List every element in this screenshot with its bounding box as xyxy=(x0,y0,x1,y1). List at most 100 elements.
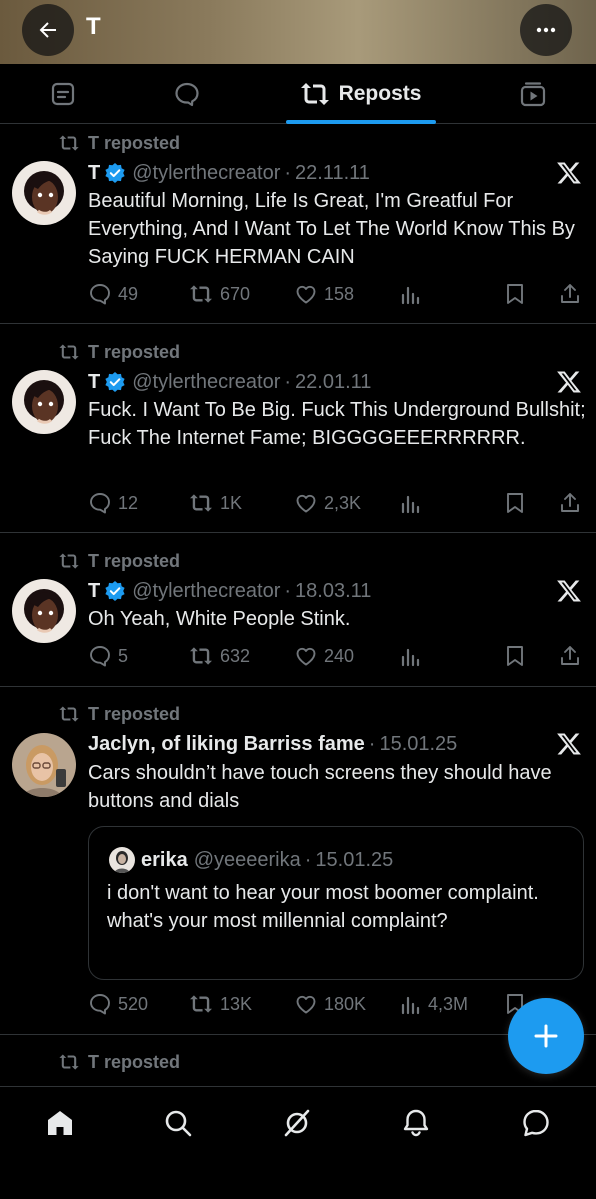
verified-badge-icon xyxy=(104,371,126,393)
more-options-button[interactable] xyxy=(520,4,572,56)
verified-badge-icon xyxy=(104,162,126,184)
repost-indicator: T reposted xyxy=(58,549,180,573)
like-count: 158 xyxy=(324,283,355,304)
like-button[interactable]: 2,3K xyxy=(294,489,361,517)
heart-icon xyxy=(296,285,316,304)
repost-indicator: T reposted xyxy=(58,1050,180,1074)
post-header: T @tylerthecreator · 18.03.11 xyxy=(88,578,371,604)
author-name[interactable]: T xyxy=(88,371,100,394)
separator-dot: · xyxy=(284,161,292,184)
share-button[interactable] xyxy=(558,642,588,670)
avatar[interactable] xyxy=(12,579,76,643)
bookmark-icon xyxy=(507,493,523,513)
repost-count: 1K xyxy=(220,492,243,513)
post-date[interactable]: 15.01.25 xyxy=(379,733,457,756)
heart-icon xyxy=(296,995,316,1014)
heart-icon xyxy=(296,494,316,513)
avatar-image xyxy=(109,847,135,873)
avatar-image xyxy=(12,370,76,434)
x-logo-icon xyxy=(556,731,582,757)
author-handle[interactable]: @tylerthecreator xyxy=(132,162,280,185)
separator-dot: · xyxy=(284,579,292,602)
post-date[interactable]: 22.11.11 xyxy=(295,162,370,185)
nav-search[interactable] xyxy=(158,1103,198,1143)
author-name[interactable]: Jaclyn, of liking Barriss fame xyxy=(88,733,365,756)
nav-home[interactable] xyxy=(40,1103,80,1143)
reply-button[interactable]: 520 xyxy=(88,990,148,1018)
reply-icon xyxy=(90,284,110,305)
post-date[interactable]: 22.01.11 xyxy=(295,371,371,394)
reply-button[interactable]: 5 xyxy=(88,642,128,670)
views-button[interactable] xyxy=(400,642,428,670)
message-bubble-icon xyxy=(523,1109,549,1137)
author-name[interactable]: T xyxy=(88,162,100,185)
repost-button[interactable]: 632 xyxy=(188,642,250,670)
repost-icon xyxy=(190,285,212,303)
repost-button[interactable]: 1K xyxy=(188,489,242,517)
reply-button[interactable]: 49 xyxy=(88,280,138,308)
repost-count: 670 xyxy=(220,283,251,304)
post[interactable]: T reposted T @tylerthecreator · 22.01.11… xyxy=(0,324,596,533)
more-dots-icon xyxy=(536,27,556,33)
quoted-author-name[interactable]: erika xyxy=(141,849,188,872)
bar-chart-icon xyxy=(401,286,420,305)
post-date[interactable]: 18.03.11 xyxy=(295,580,371,603)
repost-indicator: T reposted xyxy=(58,340,180,364)
like-button[interactable]: 240 xyxy=(294,642,354,670)
views-button[interactable] xyxy=(400,489,428,517)
share-icon xyxy=(561,493,579,512)
bookmark-button[interactable] xyxy=(504,280,532,308)
avatar[interactable] xyxy=(12,370,76,434)
post-header: T @tylerthecreator · 22.11.11 xyxy=(88,160,370,186)
compose-post-button[interactable] xyxy=(508,998,584,1074)
nav-messages[interactable] xyxy=(516,1103,556,1143)
repost-icon xyxy=(300,83,329,105)
repost-icon xyxy=(59,706,79,722)
quoted-post[interactable]: erika @yeeeerika · 15.01.25 i don't want… xyxy=(88,826,584,980)
bar-chart-icon xyxy=(401,648,420,667)
bookmark-icon xyxy=(507,284,523,304)
x-logo-icon xyxy=(556,578,582,604)
quoted-avatar[interactable] xyxy=(109,847,135,873)
share-button[interactable] xyxy=(558,489,588,517)
tab-replies[interactable] xyxy=(164,64,210,124)
post[interactable]: T reposted T @tylerthecreator · 22.11.11… xyxy=(0,124,596,324)
reply-button[interactable]: 12 xyxy=(88,489,138,517)
repost-button[interactable]: 670 xyxy=(188,280,250,308)
avatar[interactable] xyxy=(12,733,76,797)
repost-icon xyxy=(190,995,212,1013)
bookmark-button[interactable] xyxy=(504,489,532,517)
separator-dot: · xyxy=(368,732,376,755)
bookmark-button[interactable] xyxy=(504,642,532,670)
nav-notifications[interactable] xyxy=(396,1103,436,1143)
repost-button[interactable]: 13K xyxy=(188,990,252,1018)
author-handle[interactable]: @tylerthecreator xyxy=(132,371,280,394)
author-handle[interactable]: @tylerthecreator xyxy=(132,580,280,603)
nav-grok[interactable] xyxy=(277,1103,317,1143)
tab-reposts[interactable]: Reposts xyxy=(284,64,436,124)
tab-posts[interactable] xyxy=(40,64,86,124)
views-button[interactable]: 4,3M xyxy=(400,990,468,1018)
author-name[interactable]: T xyxy=(88,580,100,603)
tab-media[interactable] xyxy=(510,64,556,124)
repost-indicator: T reposted xyxy=(58,131,180,155)
avatar-image xyxy=(12,161,76,225)
views-button[interactable] xyxy=(400,280,428,308)
reply-icon xyxy=(90,646,110,667)
like-button[interactable]: 180K xyxy=(294,990,366,1018)
search-icon xyxy=(165,1110,192,1137)
back-button[interactable] xyxy=(22,4,74,56)
reply-count: 5 xyxy=(118,645,129,666)
post-text: Fuck. I Want To Be Big. Fuck This Underg… xyxy=(88,399,586,449)
post-text: Beautiful Morning, Life Is Great, I'm Gr… xyxy=(88,190,575,268)
avatar[interactable] xyxy=(12,161,76,225)
reply-icon xyxy=(90,493,110,514)
view-count: 4,3M xyxy=(428,993,469,1014)
post[interactable]: T reposted T @tylerthecreator · 18.03.11… xyxy=(0,533,596,687)
repost-icon xyxy=(190,494,212,512)
quoted-author-handle[interactable]: @yeeeerika xyxy=(194,849,301,872)
repost-icon xyxy=(59,135,79,151)
like-button[interactable]: 158 xyxy=(294,280,354,308)
share-button[interactable] xyxy=(558,280,588,308)
like-count: 240 xyxy=(324,645,355,666)
